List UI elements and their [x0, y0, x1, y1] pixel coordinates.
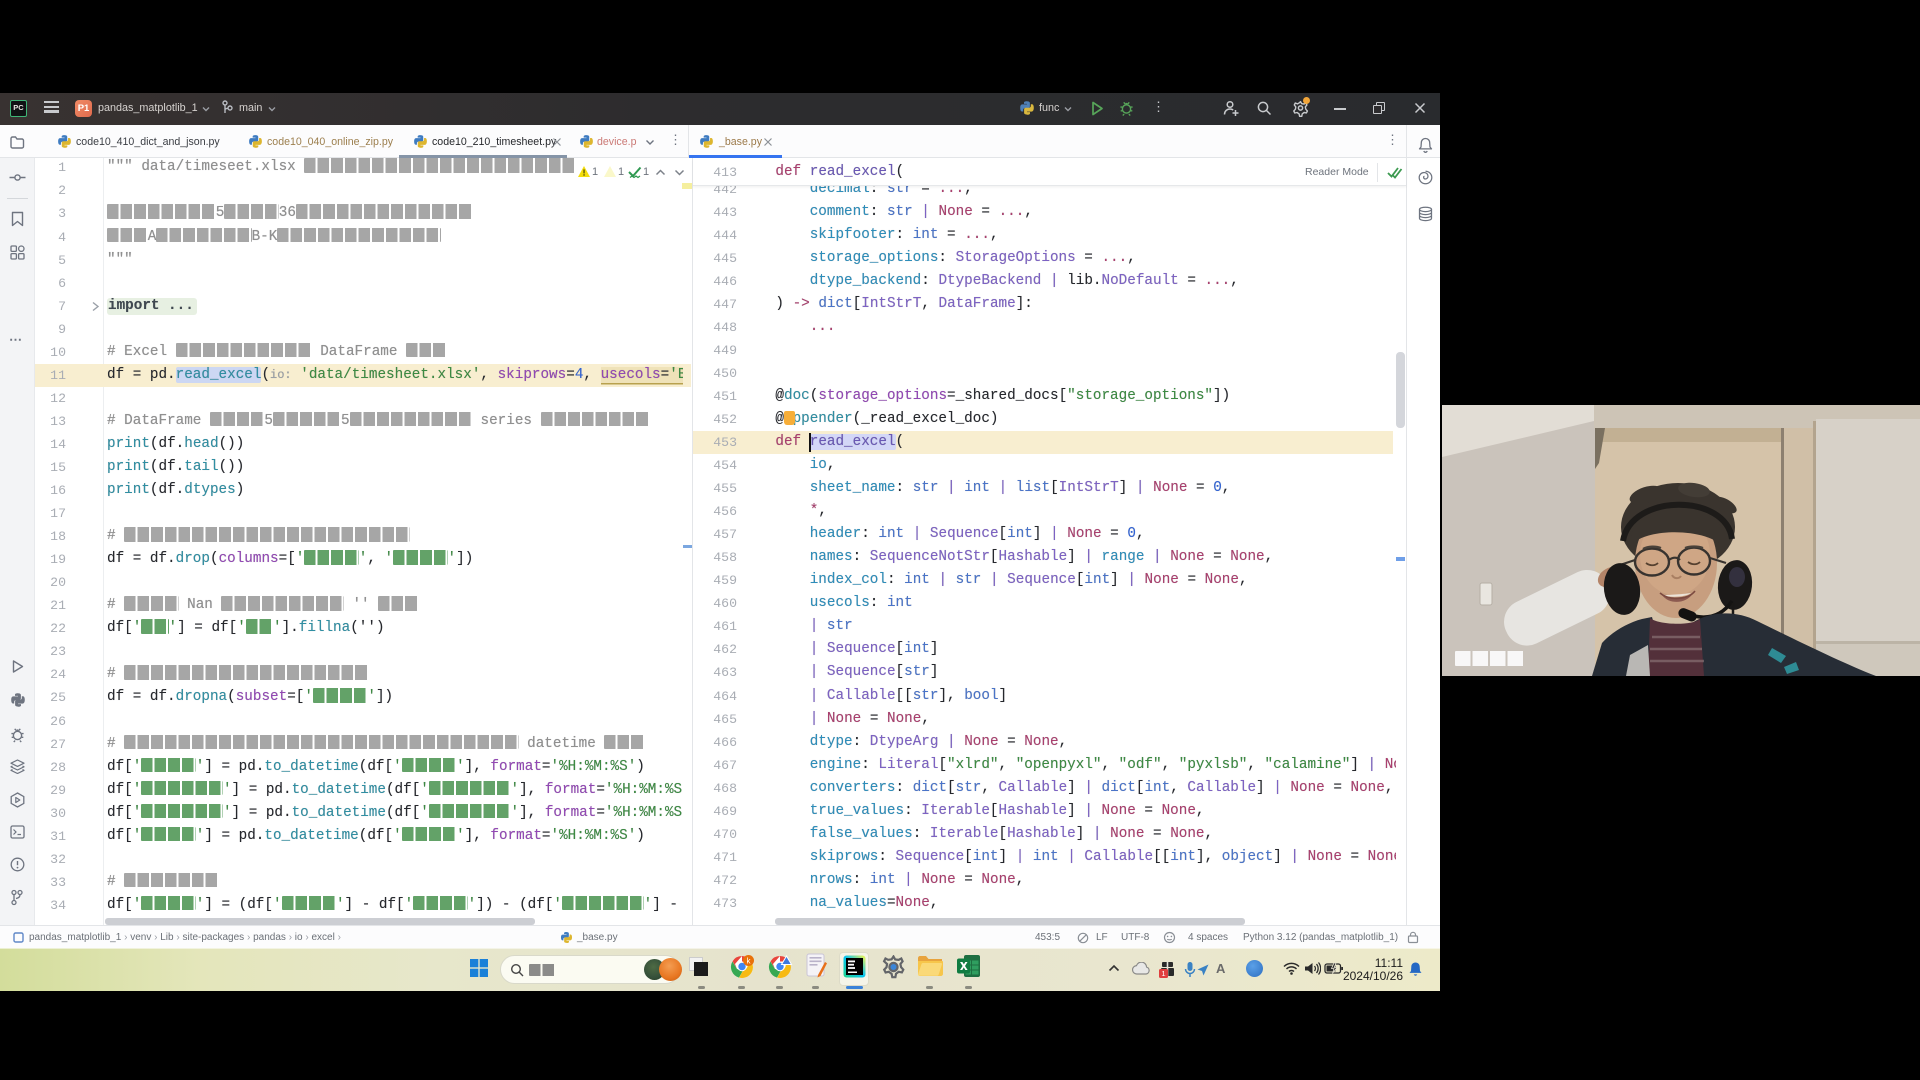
svg-text:1: 1 [1161, 969, 1165, 978]
